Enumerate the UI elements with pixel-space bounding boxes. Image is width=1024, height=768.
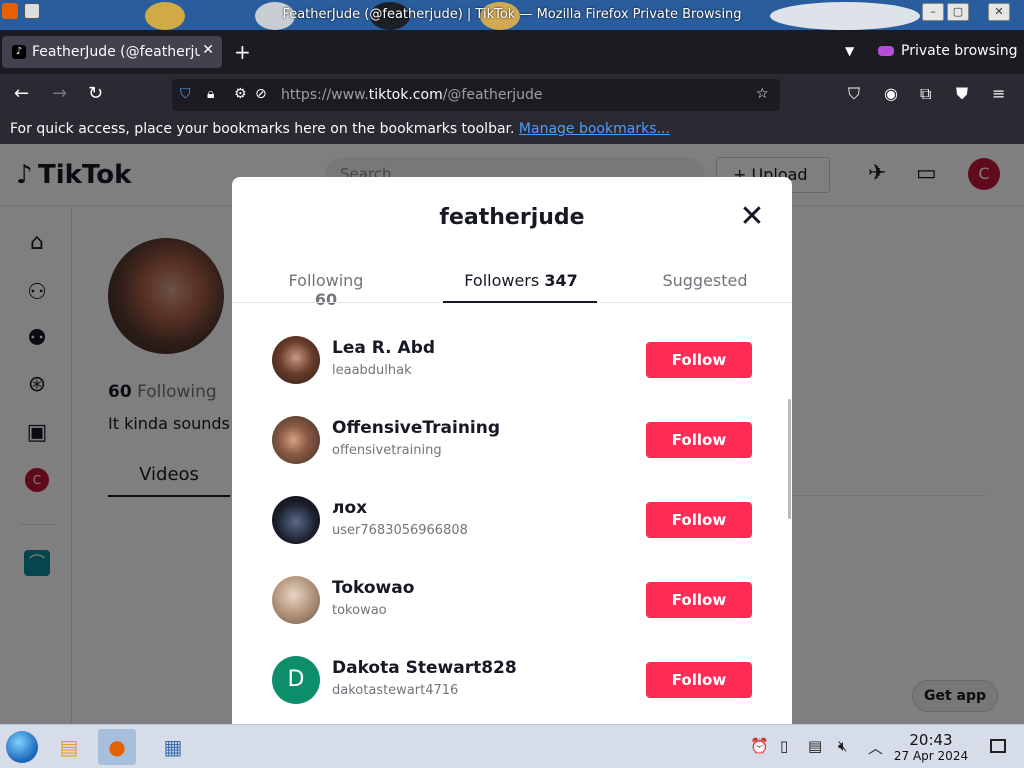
firefox-taskbar-icon[interactable]: ● <box>98 729 136 765</box>
autoplay-blocked-icon[interactable]: ⊘ <box>255 86 267 102</box>
list-item: лох user7683056966808 Follow <box>272 496 752 546</box>
follow-button[interactable]: Follow <box>646 502 752 538</box>
active-tab-underline <box>443 301 597 303</box>
tiktok-page: ♪TikTok Search + Upload ✈ ▭ C ⌂ ⚇ ⚉ ⊛ ▣ … <box>0 144 1024 724</box>
follow-button[interactable]: Follow <box>646 422 752 458</box>
file-manager-icon[interactable]: ▤ <box>50 729 88 765</box>
modal-scrollbar[interactable] <box>788 399 791 519</box>
tab-following[interactable]: Following 60 <box>278 271 374 309</box>
user-name[interactable]: Tokowao <box>332 578 414 598</box>
show-desktop-icon[interactable] <box>990 739 1006 753</box>
follow-button[interactable]: Follow <box>646 662 752 698</box>
lock-icon[interactable]: 🔒︎ <box>207 86 214 102</box>
bookmarks-hint-text: For quick access, place your bookmarks h… <box>10 121 515 137</box>
user-name[interactable]: OffensiveTraining <box>332 418 500 438</box>
follow-button[interactable]: Follow <box>646 582 752 618</box>
minimize-button[interactable]: – <box>922 3 944 21</box>
window-titlebar: FeatherJude (@featherjude) | TikTok — Mo… <box>0 0 1024 30</box>
extensions-icon[interactable]: ⧉ <box>920 84 931 104</box>
list-item: OffensiveTraining offensivetraining Foll… <box>272 416 752 466</box>
private-browsing-label: Private browsing <box>901 43 1018 59</box>
navigation-toolbar: ← → ↻ ⛉ 🔒︎ ⚙ ⊘ https://www.tiktok.com/@f… <box>0 74 1024 116</box>
list-item: D Dakota Stewart828 dakotastewart4716 Fo… <box>272 656 752 706</box>
list-all-tabs-chevron-icon[interactable]: ▼ <box>845 44 854 58</box>
permissions-icon[interactable]: ⚙ <box>234 86 247 102</box>
back-arrow-icon[interactable]: ← <box>14 84 29 104</box>
clipboard-tray-icon[interactable]: ▯ <box>780 737 788 755</box>
tab-close-icon[interactable]: ✕ <box>202 42 214 58</box>
avatar[interactable] <box>272 576 320 624</box>
tray-expand-chevron-icon[interactable]: ︿ <box>868 737 883 758</box>
storage-tray-icon[interactable]: ▤ <box>808 737 822 755</box>
avatar[interactable]: D <box>272 656 320 704</box>
user-handle: tokowao <box>332 603 387 618</box>
tab-label: FeatherJude (@featherjude) | TikTok <box>32 44 200 60</box>
url-text[interactable]: https://www.tiktok.com/@featherjude <box>281 87 543 103</box>
tracking-protection-shield-icon[interactable]: ⛉ <box>180 86 191 102</box>
notifications-tray-icon[interactable]: ⏰ <box>750 737 769 755</box>
user-handle: user7683056966808 <box>332 523 468 538</box>
tiktok-favicon-icon: ♪ <box>12 45 26 59</box>
new-tab-button[interactable]: + <box>234 42 251 62</box>
taskbar: ▤ ● ▦ ⏰ ▯ ▤ 🔇︎ ︿ 20:43 27 Apr 2024 <box>0 724 1024 768</box>
avatar[interactable] <box>272 496 320 544</box>
avatar[interactable] <box>272 416 320 464</box>
tab-suggested[interactable]: Suggested <box>660 271 750 290</box>
modal-title: featherjude <box>439 205 585 230</box>
clock[interactable]: 20:43 27 Apr 2024 <box>888 731 974 763</box>
tab-tiktok-profile[interactable]: ♪ FeatherJude (@featherjude) | TikTok ✕ <box>2 36 222 68</box>
window-title: FeatherJude (@featherjude) | TikTok — Mo… <box>282 7 742 22</box>
list-item: Lea R. Abd leaabdulhak Follow <box>272 336 752 386</box>
system-settings-icon[interactable]: ▦ <box>154 729 192 765</box>
bookmark-star-icon[interactable]: ☆ <box>756 86 769 102</box>
ublock-icon[interactable]: ⛊ <box>956 84 968 104</box>
close-window-button[interactable]: ✕ <box>988 3 1010 21</box>
user-handle: leaabdulhak <box>332 363 412 378</box>
user-handle: offensivetraining <box>332 443 442 458</box>
list-item: Tokowao tokowao Follow <box>272 576 752 626</box>
maximize-button[interactable]: ▢ <box>947 3 969 21</box>
tab-strip: ♪ FeatherJude (@featherjude) | TikTok ✕ … <box>0 30 1024 74</box>
private-browsing-indicator: Private browsing <box>878 43 1018 59</box>
bookmarks-toolbar: For quick access, place your bookmarks h… <box>0 116 1024 144</box>
user-name[interactable]: лох <box>332 498 367 518</box>
close-modal-icon[interactable]: ✕ <box>738 202 766 232</box>
tab-followers[interactable]: Followers 347 <box>458 271 584 290</box>
user-name[interactable]: Lea R. Abd <box>332 338 435 358</box>
clock-time: 20:43 <box>909 731 953 749</box>
followers-modal: featherjude ✕ Following 60 Followers 347… <box>232 177 792 724</box>
private-mask-icon <box>878 46 894 56</box>
reload-icon[interactable]: ↻ <box>88 84 103 104</box>
avatar[interactable] <box>272 336 320 384</box>
forward-arrow-icon[interactable]: → <box>52 84 67 104</box>
pocket-icon[interactable]: ⛉ <box>848 84 860 104</box>
start-menu-button[interactable] <box>6 731 38 763</box>
hamburger-menu-icon[interactable]: ≡ <box>992 84 1005 103</box>
manage-bookmarks-link[interactable]: Manage bookmarks... <box>519 121 670 137</box>
clock-date: 27 Apr 2024 <box>893 749 969 763</box>
user-name[interactable]: Dakota Stewart828 <box>332 658 517 678</box>
user-handle: dakotastewart4716 <box>332 683 459 698</box>
follow-button[interactable]: Follow <box>646 342 752 378</box>
volume-muted-icon[interactable]: 🔇︎ <box>838 737 847 755</box>
url-bar[interactable]: ⛉ 🔒︎ ⚙ ⊘ https://www.tiktok.com/@feather… <box>172 79 780 111</box>
account-icon[interactable]: ◉ <box>884 84 898 103</box>
